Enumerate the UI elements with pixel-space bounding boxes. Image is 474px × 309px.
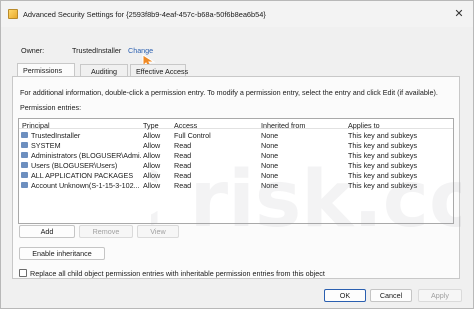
row-type: Allow xyxy=(143,141,161,150)
permission-entries-label: Permission entries: xyxy=(20,103,82,112)
enable-inheritance-button[interactable]: Enable inheritance xyxy=(19,247,105,260)
row-principal: SYSTEM xyxy=(31,141,61,150)
table-row[interactable]: Users (BLOGUSER\Users) Allow Read None T… xyxy=(19,160,453,170)
view-button[interactable]: View xyxy=(137,225,179,238)
row-inherited: None xyxy=(261,131,279,140)
table-row[interactable]: Administrators (BLOGUSER\Admi... Allow R… xyxy=(19,150,453,160)
close-button[interactable]: ✕ xyxy=(453,8,465,20)
apply-button[interactable]: Apply xyxy=(418,289,462,302)
row-applies: This key and subkeys xyxy=(348,151,418,160)
row-access: Read xyxy=(174,141,192,150)
row-inherited: None xyxy=(261,141,279,150)
column-type[interactable]: Type xyxy=(143,121,171,130)
table-row[interactable]: Account Unknown(S-1-15-3-102... Allow Re… xyxy=(19,180,453,190)
column-access[interactable]: Access xyxy=(174,121,256,130)
row-applies: This key and subkeys xyxy=(348,171,418,180)
row-principal: TrustedInstaller xyxy=(31,131,81,140)
group-icon xyxy=(21,172,28,178)
row-principal: Administrators (BLOGUSER\Admi... xyxy=(31,151,141,160)
user-icon xyxy=(21,132,28,138)
list-header: Principal Type Access Inherited from App… xyxy=(19,119,453,130)
row-principal: Users (BLOGUSER\Users) xyxy=(31,161,118,170)
owner-value: TrustedInstaller xyxy=(72,46,122,55)
info-text: For additional information, double-click… xyxy=(20,88,438,97)
title-bar[interactable]: Advanced Security Settings for {2593f8b9… xyxy=(1,1,473,27)
advanced-security-settings-window: Advanced Security Settings for {2593f8b9… xyxy=(0,0,474,309)
row-applies: This key and subkeys xyxy=(348,141,418,150)
replace-child-permissions-checkbox[interactable] xyxy=(19,269,27,277)
row-inherited: None xyxy=(261,161,279,170)
table-row[interactable]: ALL APPLICATION PACKAGES Allow Read None… xyxy=(19,170,453,180)
column-principal[interactable]: Principal xyxy=(22,121,50,130)
row-inherited: None xyxy=(261,181,279,190)
user-icon xyxy=(21,182,28,188)
column-inherited-from[interactable]: Inherited from xyxy=(261,121,345,130)
row-access: Read xyxy=(174,151,192,160)
row-type: Allow xyxy=(143,181,161,190)
row-principal: ALL APPLICATION PACKAGES xyxy=(31,171,134,180)
remove-button[interactable]: Remove xyxy=(79,225,133,238)
group-icon xyxy=(21,162,28,168)
row-access: Read xyxy=(174,161,192,170)
permissions-panel: For additional information, double-click… xyxy=(12,76,460,279)
row-principal: Account Unknown(S-1-15-3-102... xyxy=(31,181,140,190)
tab-permissions[interactable]: Permissions xyxy=(17,63,75,77)
row-inherited: None xyxy=(261,151,279,160)
add-button[interactable]: Add xyxy=(19,225,75,238)
column-applies-to[interactable]: Applies to xyxy=(348,121,448,130)
owner-label: Owner: xyxy=(21,46,45,55)
window-title: Advanced Security Settings for {2593f8b9… xyxy=(23,10,266,19)
row-access: Full Control xyxy=(174,131,211,140)
folder-lock-icon xyxy=(8,9,18,19)
row-type: Allow xyxy=(143,171,161,180)
row-type: Allow xyxy=(143,151,161,160)
row-access: Read xyxy=(174,181,192,190)
group-icon xyxy=(21,152,28,158)
permission-entries-list[interactable]: Principal Type Access Inherited from App… xyxy=(18,118,454,224)
ok-button[interactable]: OK xyxy=(324,289,366,302)
row-access: Read xyxy=(174,171,192,180)
row-applies: This key and subkeys xyxy=(348,161,418,170)
row-type: Allow xyxy=(143,131,161,140)
row-type: Allow xyxy=(143,161,161,170)
row-inherited: None xyxy=(261,171,279,180)
group-icon xyxy=(21,142,28,148)
replace-child-permissions-label: Replace all child object permission entr… xyxy=(30,269,325,278)
cancel-button[interactable]: Cancel xyxy=(370,289,412,302)
row-applies: This key and subkeys xyxy=(348,131,418,140)
table-row[interactable]: TrustedInstaller Allow Full Control None… xyxy=(19,130,453,140)
row-applies: This key and subkeys xyxy=(348,181,418,190)
table-row[interactable]: SYSTEM Allow Read None This key and subk… xyxy=(19,140,453,150)
